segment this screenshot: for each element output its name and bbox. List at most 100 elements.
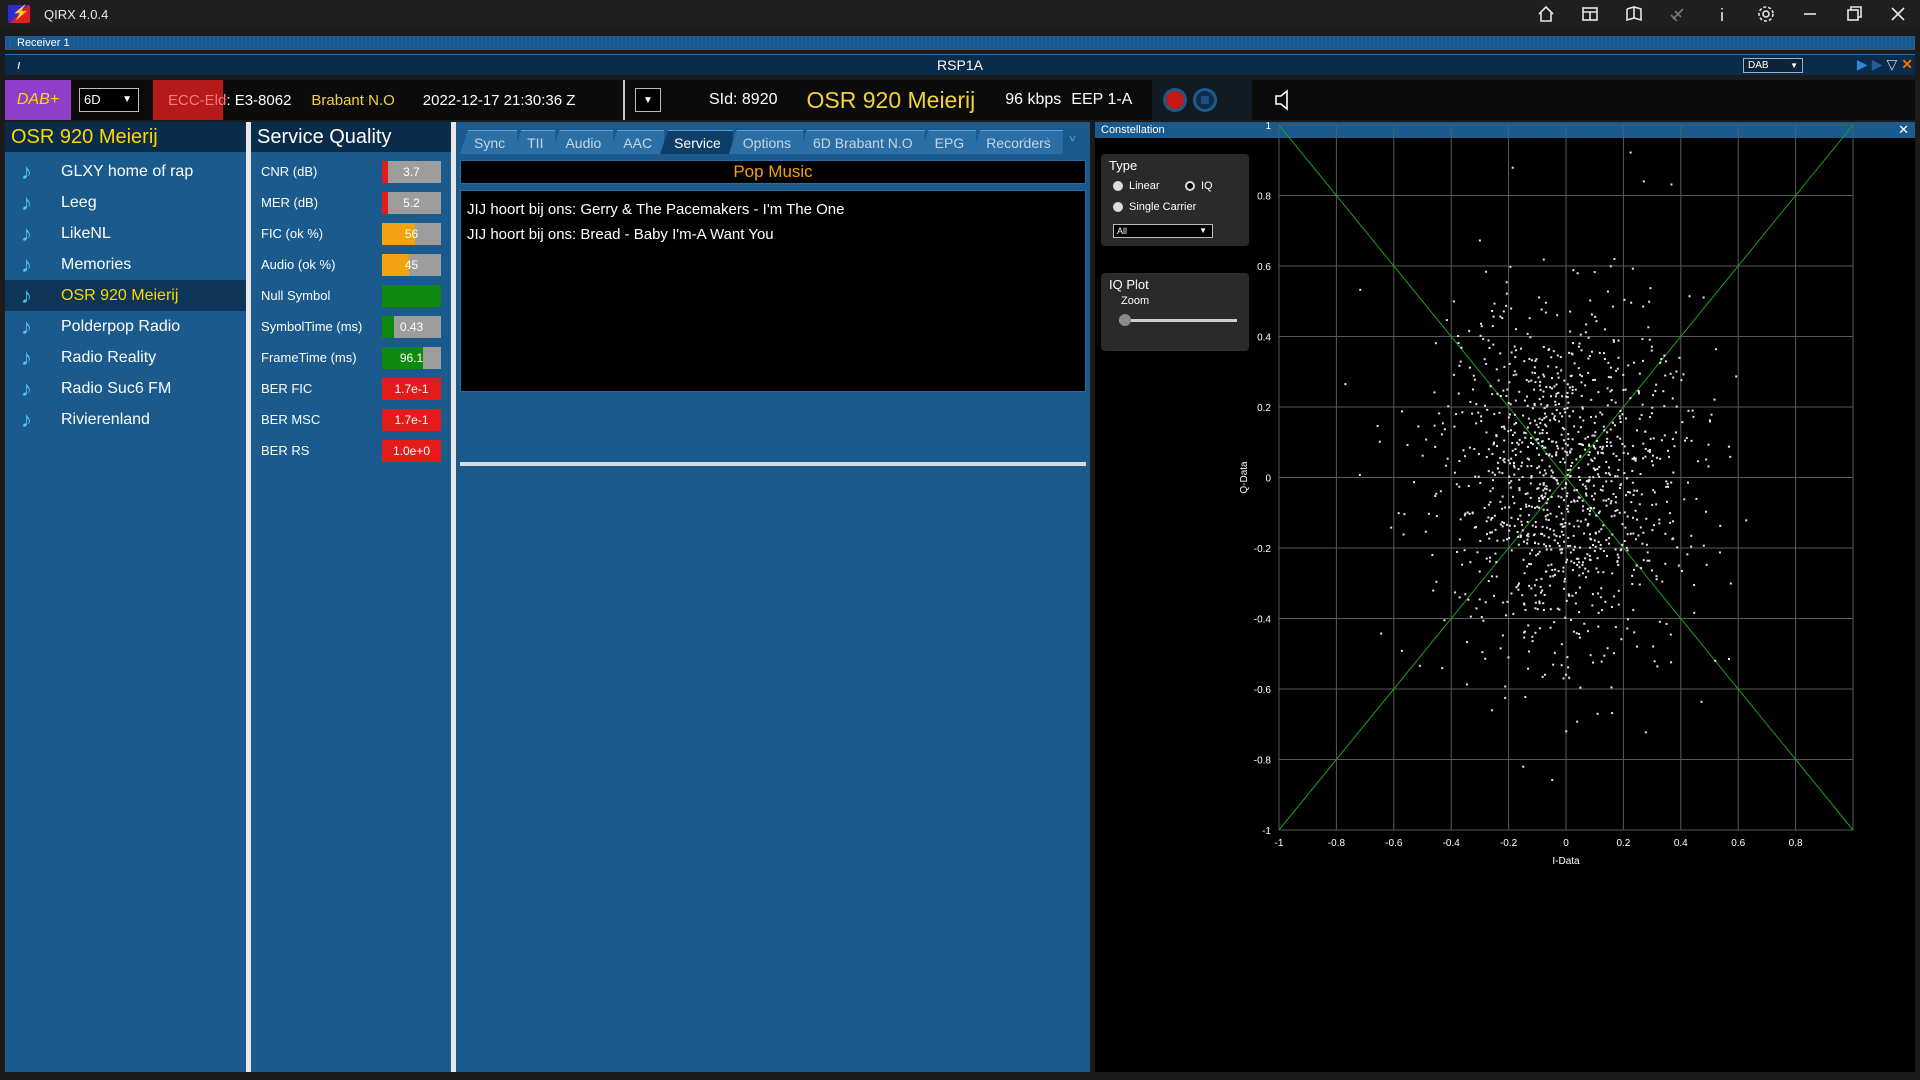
x-tick-label: 0.6 [1731,838,1745,849]
scatter-point [1646,551,1649,554]
tab-options[interactable]: Options [728,130,804,154]
scatter-point [1640,413,1643,416]
scatter-point [1609,366,1612,369]
service-list-item[interactable]: ♪ LikeNL [5,218,246,249]
service-list-item[interactable]: ♪ Radio Reality [5,342,246,373]
scatter-point [1505,304,1508,307]
tab-6d-brabant-n-o[interactable]: 6D Brabant N.O [799,130,925,154]
scatter-point [1514,453,1517,456]
scatter-point [1512,495,1515,498]
scatter-point [1658,518,1661,521]
scatter-point [1614,509,1617,512]
tab-audio[interactable]: Audio [551,130,614,154]
scatter-point [1619,437,1622,440]
scatter-point [1492,479,1495,482]
scatter-point [1561,525,1564,528]
scatter-point [1609,376,1612,379]
scatter-point [1491,452,1494,455]
linear-radio[interactable]: Linear [1113,180,1160,192]
scatter-point [1503,439,1506,442]
satellite-icon[interactable] [1656,0,1700,28]
channel-select[interactable]: 6D ▼ [79,88,139,112]
tab-tii[interactable]: TII [513,130,556,154]
minimize-icon[interactable] [1788,0,1832,28]
scatter-point [1617,589,1620,592]
quality-row: SymbolTime (ms) 0.43 [251,311,451,342]
layout-icon[interactable] [1568,0,1612,28]
close-receiver-icon[interactable]: ✕ [1901,56,1913,73]
settings-gear-icon[interactable] [1744,0,1788,28]
scatter-point [1401,410,1404,413]
scatter-point [1545,386,1548,389]
scatter-point [1459,518,1462,521]
scatter-point [1552,529,1555,532]
book-icon[interactable] [1612,0,1656,28]
scatter-point [1553,385,1556,388]
collapse-icon[interactable]: ▽ [1886,56,1897,73]
scatter-point [1545,488,1548,491]
stop-button[interactable] [1196,91,1215,109]
scatter-point [1538,417,1541,420]
scatter-point [1612,452,1615,455]
tab-scroll-icons[interactable]: ‹ › ˅ [1022,132,1084,146]
service-list-item[interactable]: ♪ Radio Suc6 FM [5,373,246,404]
scatter-point [1539,585,1542,588]
y-tick-label: -1 [1262,826,1271,837]
tab-sync[interactable]: Sync [460,130,518,154]
service-list-item[interactable]: ♪ Memories [5,249,246,280]
scatter-point [1592,543,1595,546]
scatter-point [1537,376,1540,379]
scatter-point [1584,331,1587,334]
speaker-icon[interactable] [1272,87,1298,113]
play-icon[interactable]: ▶ [1857,56,1868,73]
scatter-point [1652,489,1655,492]
scatter-point [1594,545,1597,548]
scatter-point [1690,534,1693,537]
scatter-point [1378,440,1381,443]
service-list-item[interactable]: ♪ Leeg [5,187,246,218]
scatter-point [1518,582,1521,585]
zoom-slider-handle[interactable] [1119,314,1131,326]
service-list-item[interactable]: ♪ Rivierenland [5,404,246,435]
scatter-point [1655,503,1658,506]
tab-aac[interactable]: AAC [609,130,665,154]
record-button[interactable] [1166,91,1185,109]
scatter-point [1495,434,1498,437]
scatter-point [1595,514,1598,517]
play-next-icon[interactable]: ▶ [1872,56,1883,73]
scatter-point [1545,485,1548,488]
single-carrier-radio[interactable]: Single Carrier [1113,201,1196,213]
scatter-point [1491,575,1494,578]
close-icon[interactable] [1876,0,1920,28]
service-list-item[interactable]: ♪ OSR 920 Meierij [5,280,246,311]
scatter-point [1528,584,1531,587]
scatter-point [1559,356,1562,359]
scatter-point [1577,367,1580,370]
type-select[interactable]: All ▼ [1113,224,1213,238]
tab-epg[interactable]: EPG [920,130,977,154]
scatter-point [1651,503,1654,506]
zoom-slider[interactable] [1119,314,1237,326]
iq-radio[interactable]: IQ [1185,180,1213,192]
scatter-point [1660,358,1663,361]
service-dropdown-button[interactable]: ▼ [635,88,661,112]
mode-select[interactable]: DAB ▼ [1743,58,1803,73]
service-list-item[interactable]: ♪ GLXY home of rap [5,156,246,187]
scatter-point [1527,514,1530,517]
scatter-point [1548,465,1551,468]
info-icon[interactable] [1700,0,1744,28]
scatter-point [1616,509,1619,512]
tab-service[interactable]: Service [660,130,733,154]
restore-icon[interactable] [1832,0,1876,28]
scatter-point [1545,548,1548,551]
scatter-point [1619,421,1622,424]
scatter-point [1538,398,1541,401]
scatter-point [1692,415,1695,418]
scatter-point [1626,618,1629,621]
scatter-point [1565,599,1568,602]
scatter-point [1457,392,1460,395]
scatter-point [1543,446,1546,449]
home-icon[interactable] [1524,0,1568,28]
service-list-item[interactable]: ♪ Polderpop Radio [5,311,246,342]
scatter-point [1441,422,1444,425]
